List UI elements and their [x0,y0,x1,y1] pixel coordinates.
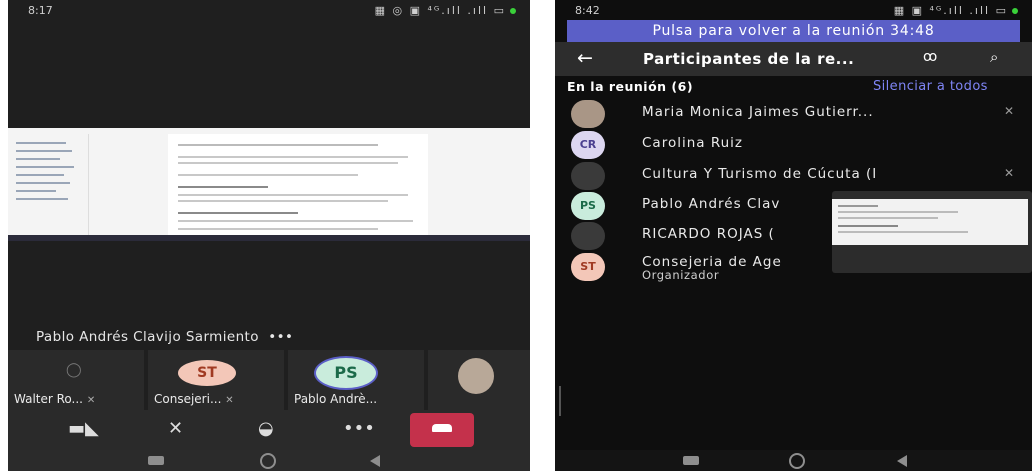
phone-end-icon [432,424,452,432]
participant-row[interactable]: CR Carolina Ruiz [555,131,1032,159]
page-title: Participantes de la re... [643,50,855,68]
meeting-screen: 8:17 ▦ ◎ ▣ ⁴ᴳ.ıll .ıll ▭ Pablo Andrés Cl… [8,0,530,471]
participant-tile-photo[interactable] [428,350,530,410]
home-icon[interactable] [789,453,805,469]
speaker-name-label: Pablo Andrés Clavijo Sarmiento ••• [36,329,293,345]
camera-off-icon[interactable]: ▬◣ [68,418,99,439]
participant-tile-label: Pablo Andrè... [294,392,378,406]
avatar: PS [571,192,605,220]
status-icons-text: ▦ ▣ ⁴ᴳ.ıll .ıll ▭ [893,4,1008,17]
avatar: ST [178,360,236,386]
android-nav-bar [8,450,530,471]
status-bar: 8:17 ▦ ◎ ▣ ⁴ᴳ.ıll .ıll ▭ [8,0,530,22]
android-nav-bar [555,450,1032,471]
shared-document [168,134,428,235]
back-nav-icon[interactable] [897,455,907,467]
shared-screen-sidebar [8,134,89,235]
recent-apps-icon[interactable] [683,456,699,465]
participant-tile-label: Consejeri... ✕ [154,392,280,406]
person-icon: ◯ [66,362,82,378]
back-arrow-icon[interactable]: ← [577,47,593,69]
participants-header: ← Participantes de la re... ꝏ ⌕ [555,42,1032,76]
tile-label-text: Consejeri... [154,392,222,406]
participant-tile-walter[interactable]: ◯ Walter Ro... ✕ [8,350,144,410]
status-icons: ▦ ▣ ⁴ᴳ.ıll .ıll ▭ [894,4,1018,17]
participants-screen: 8:42 ▦ ▣ ⁴ᴳ.ıll .ıll ▭ Pulsa para volver… [555,0,1032,471]
avatar [571,162,605,190]
avatar: CR [571,131,605,159]
participant-row[interactable]: Maria Monica Jaimes Gutierr... ✕ [555,100,1032,128]
participant-name: Carolina Ruiz [642,135,744,151]
tile-label-text: Walter Ro... [14,392,83,406]
avatar [571,222,605,250]
photo-avatar [458,358,494,394]
home-icon[interactable] [260,453,276,469]
active-dot-icon [1012,8,1018,14]
participant-role: Organizador [642,268,720,282]
more-icon[interactable]: ••• [268,329,293,345]
avatar: ST [571,253,605,281]
call-toolbar: ▬◣ ✕ ◒ ••• [8,410,530,450]
headset-icon[interactable]: ◒ [258,418,274,439]
share-icon[interactable]: ꝏ [923,49,937,65]
participant-name: Pablo Andrés Clav [642,196,781,212]
screen-share-preview[interactable] [832,191,1032,273]
more-options-icon[interactable]: ••• [343,418,375,439]
status-time: 8:42 [575,4,600,17]
participant-tile-consejeria[interactable]: ST Consejeri... ✕ [148,350,284,410]
participant-tile-label: Walter Ro... ✕ [14,392,140,406]
mic-off-icon[interactable]: ✕ [168,418,183,439]
speaker-name-text: Pablo Andrés Clavijo Sarmiento [36,329,259,345]
status-time: 8:17 [28,4,53,17]
active-dot-icon [510,8,516,14]
in-meeting-section-label: En la reunión (6) [567,79,694,94]
mic-off-icon: ✕ [1003,166,1014,180]
shared-taskbar [8,235,530,241]
avatar: PS [314,356,378,390]
participant-name: Cultura Y Turismo de Cúcuta (I [642,166,878,182]
mute-all-link[interactable]: Silenciar a todos [873,79,988,94]
mic-off-icon: ✕ [225,395,234,406]
avatar [571,100,605,128]
back-nav-icon[interactable] [370,455,380,467]
shared-screen[interactable] [8,128,530,241]
hang-up-button[interactable] [410,413,474,447]
participant-tile-pablo[interactable]: PS Pablo Andrè... [288,350,424,410]
participant-name: Maria Monica Jaimes Gutierr... [642,104,874,120]
screen-share-thumbnail [832,199,1028,245]
recent-apps-icon[interactable] [148,456,164,465]
search-icon[interactable]: ⌕ [990,48,998,66]
mic-off-icon: ✕ [86,395,96,406]
status-icons-text: ▦ ◎ ▣ ⁴ᴳ.ıll .ıll ▭ [374,4,506,17]
status-bar: 8:42 ▦ ▣ ⁴ᴳ.ıll .ıll ▭ [555,0,1032,22]
status-icons: ▦ ◎ ▣ ⁴ᴳ.ıll .ıll ▭ [375,4,516,17]
scroll-indicator [559,386,561,416]
mic-off-icon: ✕ [1003,104,1014,118]
participant-row[interactable]: Cultura Y Turismo de Cúcuta (I ✕ [555,162,1032,190]
participant-name: RICARDO ROJAS ( [642,226,775,242]
return-to-meeting-banner[interactable]: Pulsa para volver a la reunión 34:48 [567,20,1020,42]
